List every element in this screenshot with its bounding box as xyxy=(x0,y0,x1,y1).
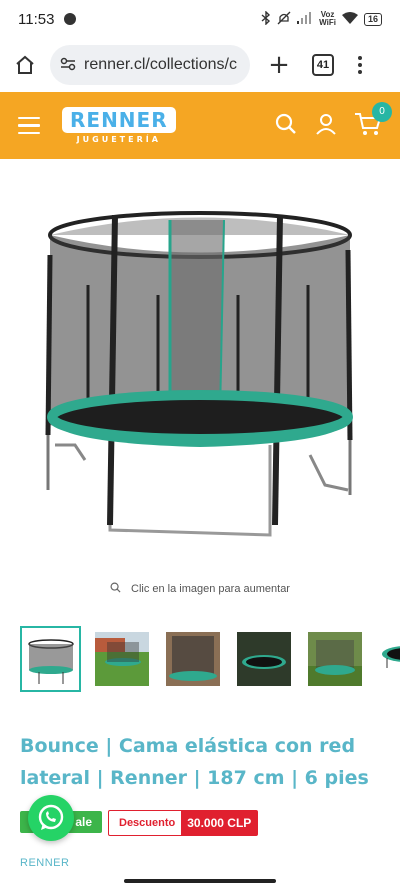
product-thumbnail[interactable] xyxy=(91,626,152,692)
browser-toolbar: renner.cl/collections/c + 41 xyxy=(0,38,400,92)
store-logo[interactable]: RENNER JUGUETERÍA xyxy=(62,107,176,144)
logo-text: RENNER xyxy=(62,107,176,133)
bluetooth-icon xyxy=(261,9,271,28)
wifi-icon xyxy=(341,11,358,27)
product-thumbnail[interactable] xyxy=(162,626,223,692)
home-button[interactable] xyxy=(12,52,38,78)
discount-badge: Descuento 30.000 CLP xyxy=(108,810,259,836)
url-text: renner.cl/collections/c xyxy=(84,56,237,73)
vowifi-indicator: Voz WiFi xyxy=(319,11,336,27)
search-icon[interactable] xyxy=(274,112,298,140)
site-settings-icon[interactable] xyxy=(60,56,76,75)
magnifier-icon xyxy=(110,582,121,596)
product-thumbnail[interactable] xyxy=(375,626,400,692)
product-thumbnail[interactable] xyxy=(233,626,294,692)
cart-count-badge: 0 xyxy=(372,101,392,122)
product-title: Bounce | Cama elástica con red lateral |… xyxy=(20,735,369,789)
notification-dot-icon xyxy=(64,13,77,25)
mute-icon xyxy=(277,11,291,28)
product-thumbnail[interactable] xyxy=(20,626,81,692)
new-tab-button[interactable]: + xyxy=(266,52,292,78)
discount-value: 30.000 CLP xyxy=(181,811,258,835)
status-icons: Voz WiFi 16 xyxy=(261,9,382,28)
cart-button[interactable]: 0 xyxy=(354,101,392,140)
tab-switcher-button[interactable]: 41 xyxy=(312,54,334,76)
whatsapp-icon xyxy=(38,804,64,830)
gesture-bar xyxy=(124,879,276,883)
discount-label: Descuento xyxy=(119,817,176,829)
logo-subtitle: JUGUETERÍA xyxy=(76,135,161,144)
vowifi-line2: WiFi xyxy=(319,18,336,27)
account-icon[interactable] xyxy=(314,112,338,140)
signal-icon xyxy=(297,11,313,27)
hamburger-menu-icon[interactable] xyxy=(18,116,40,135)
store-header: RENNER JUGUETERÍA 0 xyxy=(0,92,400,159)
battery-indicator: 16 xyxy=(363,12,382,26)
status-bar: 11:53 Voz WiFi 16 xyxy=(0,0,400,38)
browser-menu-button[interactable] xyxy=(358,56,362,74)
product-main-image[interactable] xyxy=(30,195,370,555)
zoom-hint: Clic en la imagen para aumentar xyxy=(0,582,400,596)
product-thumbnail[interactable] xyxy=(304,626,365,692)
price-badges: ale Descuento 30.000 CLP xyxy=(20,808,380,838)
home-icon xyxy=(16,55,34,74)
product-vendor[interactable]: RENNER xyxy=(20,857,69,869)
address-bar[interactable]: renner.cl/collections/c xyxy=(50,45,250,85)
zoom-hint-text: Clic en la imagen para aumentar xyxy=(131,583,290,595)
status-time: 11:53 xyxy=(18,10,55,28)
thumbnail-strip xyxy=(20,626,400,694)
whatsapp-button[interactable] xyxy=(28,795,74,841)
